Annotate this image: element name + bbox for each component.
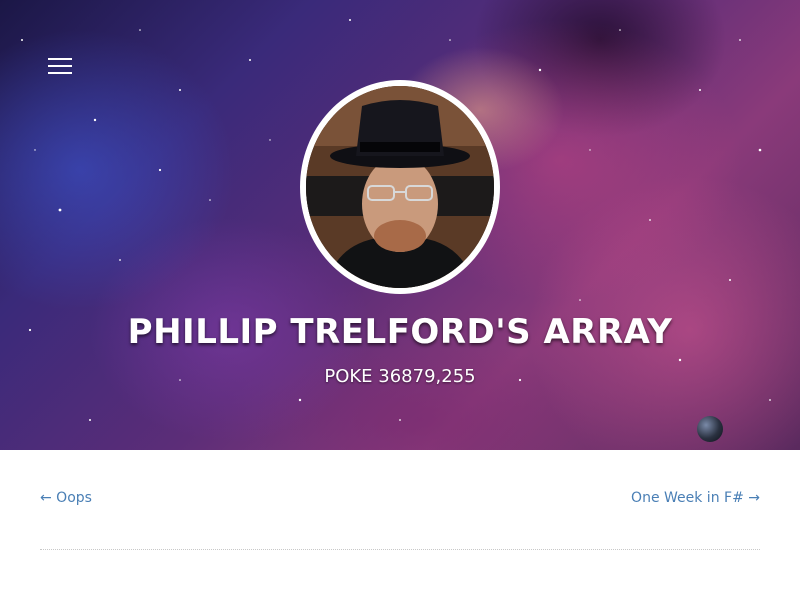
avatar-portrait-image xyxy=(306,86,494,288)
divider xyxy=(40,549,760,550)
next-post-link[interactable]: One Week in F# → xyxy=(631,490,760,506)
site-title[interactable]: PHILLIP TRELFORD'S ARRAY xyxy=(0,312,800,352)
previous-post-link[interactable]: ← Oops xyxy=(40,490,92,506)
site-subtitle: POKE 36879,255 xyxy=(324,366,476,387)
planet-decoration xyxy=(697,416,723,442)
site-header: PHILLIP TRELFORD'S ARRAY POKE 36879,255 xyxy=(0,0,800,450)
hamburger-menu-icon[interactable] xyxy=(48,57,72,75)
post-navigation: ← Oops One Week in F# → xyxy=(40,490,760,514)
menu-bar xyxy=(48,58,72,60)
author-avatar xyxy=(300,80,500,294)
menu-bar xyxy=(48,65,72,67)
menu-bar xyxy=(48,72,72,74)
